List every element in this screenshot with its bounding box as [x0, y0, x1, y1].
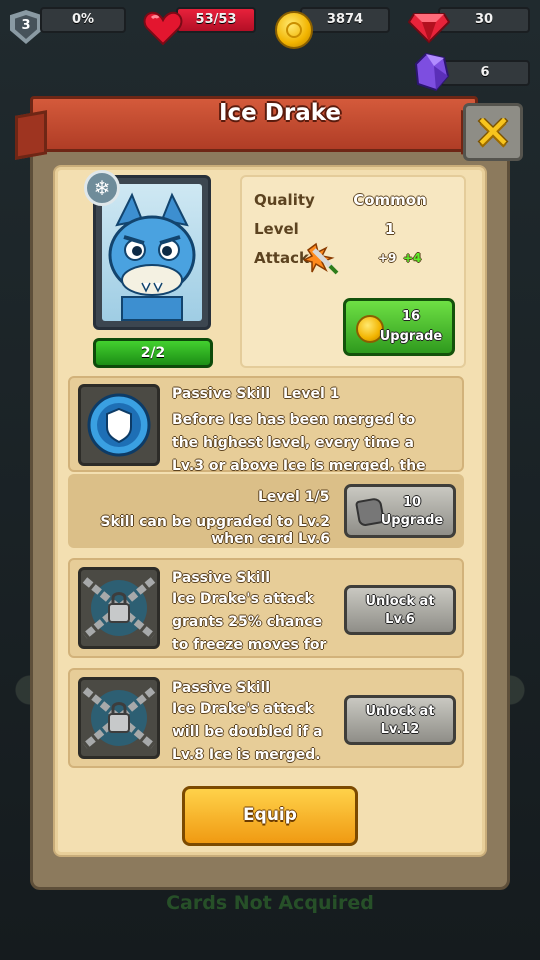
skill-2-icon-frame [78, 567, 160, 649]
ice-drake-art [108, 192, 196, 321]
skill-2-title: Passive Skill [172, 570, 271, 586]
skill-3-unlock-button[interactable]: Unlock at Lv.12 [344, 695, 456, 745]
heart-icon [143, 11, 183, 46]
upgrade-cost: 16 [401, 309, 421, 324]
skill-upgrade-note-1: Skill can be upgraded to Lv.2 [100, 514, 330, 530]
level-label: Level [254, 220, 299, 238]
attack-value: +9 [378, 251, 397, 265]
skill-2-description: Ice Drake's attack grants 25% chance to … [172, 591, 327, 653]
coins-value: 3874 [300, 7, 390, 33]
skill-2-unlock-button[interactable]: Unlock at Lv.6 [344, 585, 456, 635]
locked-chains-icon [82, 687, 156, 749]
ice-drake-portrait [102, 184, 202, 321]
crystal-icon [414, 52, 450, 92]
skill-3-unlock-line1: Unlock at [365, 704, 435, 719]
card-count-bar: 2/2 [93, 338, 213, 368]
ruby-icon [408, 13, 450, 44]
skill-2-unlock-line2: Lv.6 [385, 612, 415, 627]
upgrade-label: Upgrade [379, 329, 443, 344]
skill-2-unlock-line1: Unlock at [365, 594, 435, 609]
upgrade-card-button[interactable]: 16 Upgrade [343, 298, 455, 356]
rubies-value: 30 [438, 7, 530, 33]
close-x-icon: ✕ [473, 105, 513, 159]
cards-not-acquired-label: Cards Not Acquired [166, 892, 374, 914]
skill-level-progress: Level 1/5 [258, 489, 330, 505]
snowflake-icon: ❄ [84, 170, 120, 206]
skill-3-unlock-line2: Lv.12 [380, 722, 420, 737]
level-value: 1 [384, 220, 396, 238]
skill-3-description: Ice Drake's attack will be doubled if a … [172, 701, 323, 763]
coin-icon [275, 11, 313, 49]
quality-value: Common [353, 191, 427, 209]
attack-bonus: +4 [403, 251, 422, 265]
skill-1-icon-frame [78, 384, 160, 466]
skill-1-level: Level 1 [283, 386, 340, 402]
skill-upgrade-note-2: when card Lv.6 [211, 531, 330, 547]
card-title: Ice Drake [218, 100, 342, 126]
close-button[interactable]: ✕ [463, 103, 523, 161]
skill-3-icon-frame [78, 677, 160, 759]
skill-1-description: Before Ice has been merged to the highes… [172, 412, 426, 471]
skill-upgrade-button[interactable]: 10 Upgrade [344, 484, 456, 538]
skill-upgrade-cost: 10 [402, 495, 422, 510]
sword-icon [304, 242, 339, 275]
xp-progress: 0% [40, 7, 126, 33]
shield-icon [87, 393, 151, 457]
skill-3-title: Passive Skill [172, 680, 271, 696]
player-level: 3 [15, 15, 37, 39]
quality-label: Quality [254, 191, 315, 209]
locked-chains-icon [82, 577, 156, 639]
attack-label: Attack [254, 249, 309, 267]
crystals-value: 6 [440, 60, 530, 86]
health-value: 53/53 [176, 7, 256, 33]
equip-button[interactable]: Equip [182, 786, 358, 846]
skill-upgrade-label: Upgrade [380, 513, 444, 528]
skill-1-title: Passive Skill [172, 386, 271, 402]
